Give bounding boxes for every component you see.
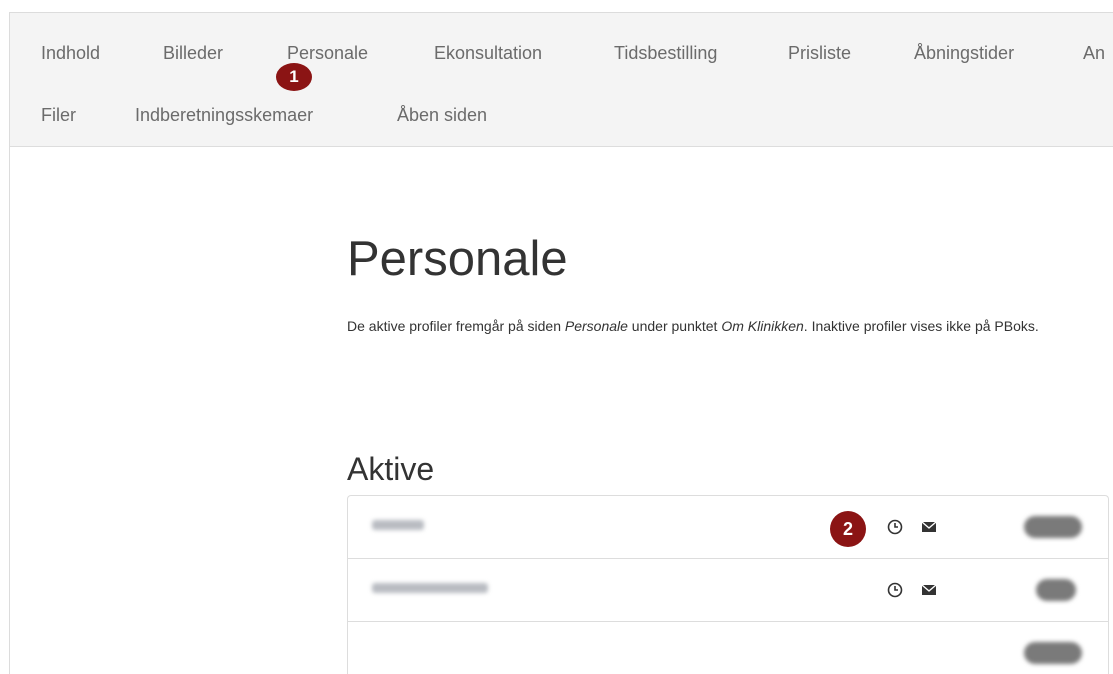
step-marker-2: 2 [830,511,866,547]
tab-indhold[interactable]: Indhold [41,43,100,64]
intro-link-personale: Personale [564,318,628,334]
envelope-icon[interactable] [920,518,938,536]
page-title: Personale [347,232,568,286]
staff-row[interactable] [348,496,1108,559]
tab-filer[interactable]: Filer [41,105,76,126]
clock-icon[interactable] [886,581,904,599]
clock-icon[interactable] [886,518,904,536]
tab-aabningstider[interactable]: Åbningstider [914,43,1014,64]
tab-tidsbestilling[interactable]: Tidsbestilling [614,43,717,64]
step-marker-1: 1 [276,63,312,91]
staff-list [347,495,1109,674]
tab-billeder[interactable]: Billeder [163,43,223,64]
envelope-icon[interactable] [920,581,938,599]
staff-row[interactable] [348,622,1108,674]
admin-frame: Indhold Billeder Personale Ekonsultation… [9,12,1113,674]
redacted-name [372,583,488,593]
redacted-status-badge [1036,579,1076,601]
tab-indberetningsskemaer[interactable]: Indberetningsskemaer [135,105,313,126]
tab-personale[interactable]: Personale [287,43,368,64]
tab-ekonsultation[interactable]: Ekonsultation [434,43,542,64]
intro-text-3: . Inaktive profiler vises ikke på PBoks. [803,318,1039,334]
section-title-aktive: Aktive [347,451,435,487]
intro-link-om-klinikken: Om Klinikken [721,318,804,334]
tab-navigation: Indhold Billeder Personale Ekonsultation… [10,13,1113,147]
tab-aaben-siden[interactable]: Åben siden [397,105,487,126]
intro-text-1: De aktive profiler fremgår på siden [347,318,565,334]
redacted-name [372,520,424,530]
tab-prisliste[interactable]: Prisliste [788,43,851,64]
redacted-status-badge [1024,516,1082,538]
redacted-status-badge [1024,642,1082,664]
page-intro: De aktive profiler fremgår på siden Pers… [347,311,1077,341]
staff-row[interactable] [348,559,1108,622]
intro-text-2: under punktet [627,318,722,334]
tab-an-truncated[interactable]: An [1083,43,1105,64]
